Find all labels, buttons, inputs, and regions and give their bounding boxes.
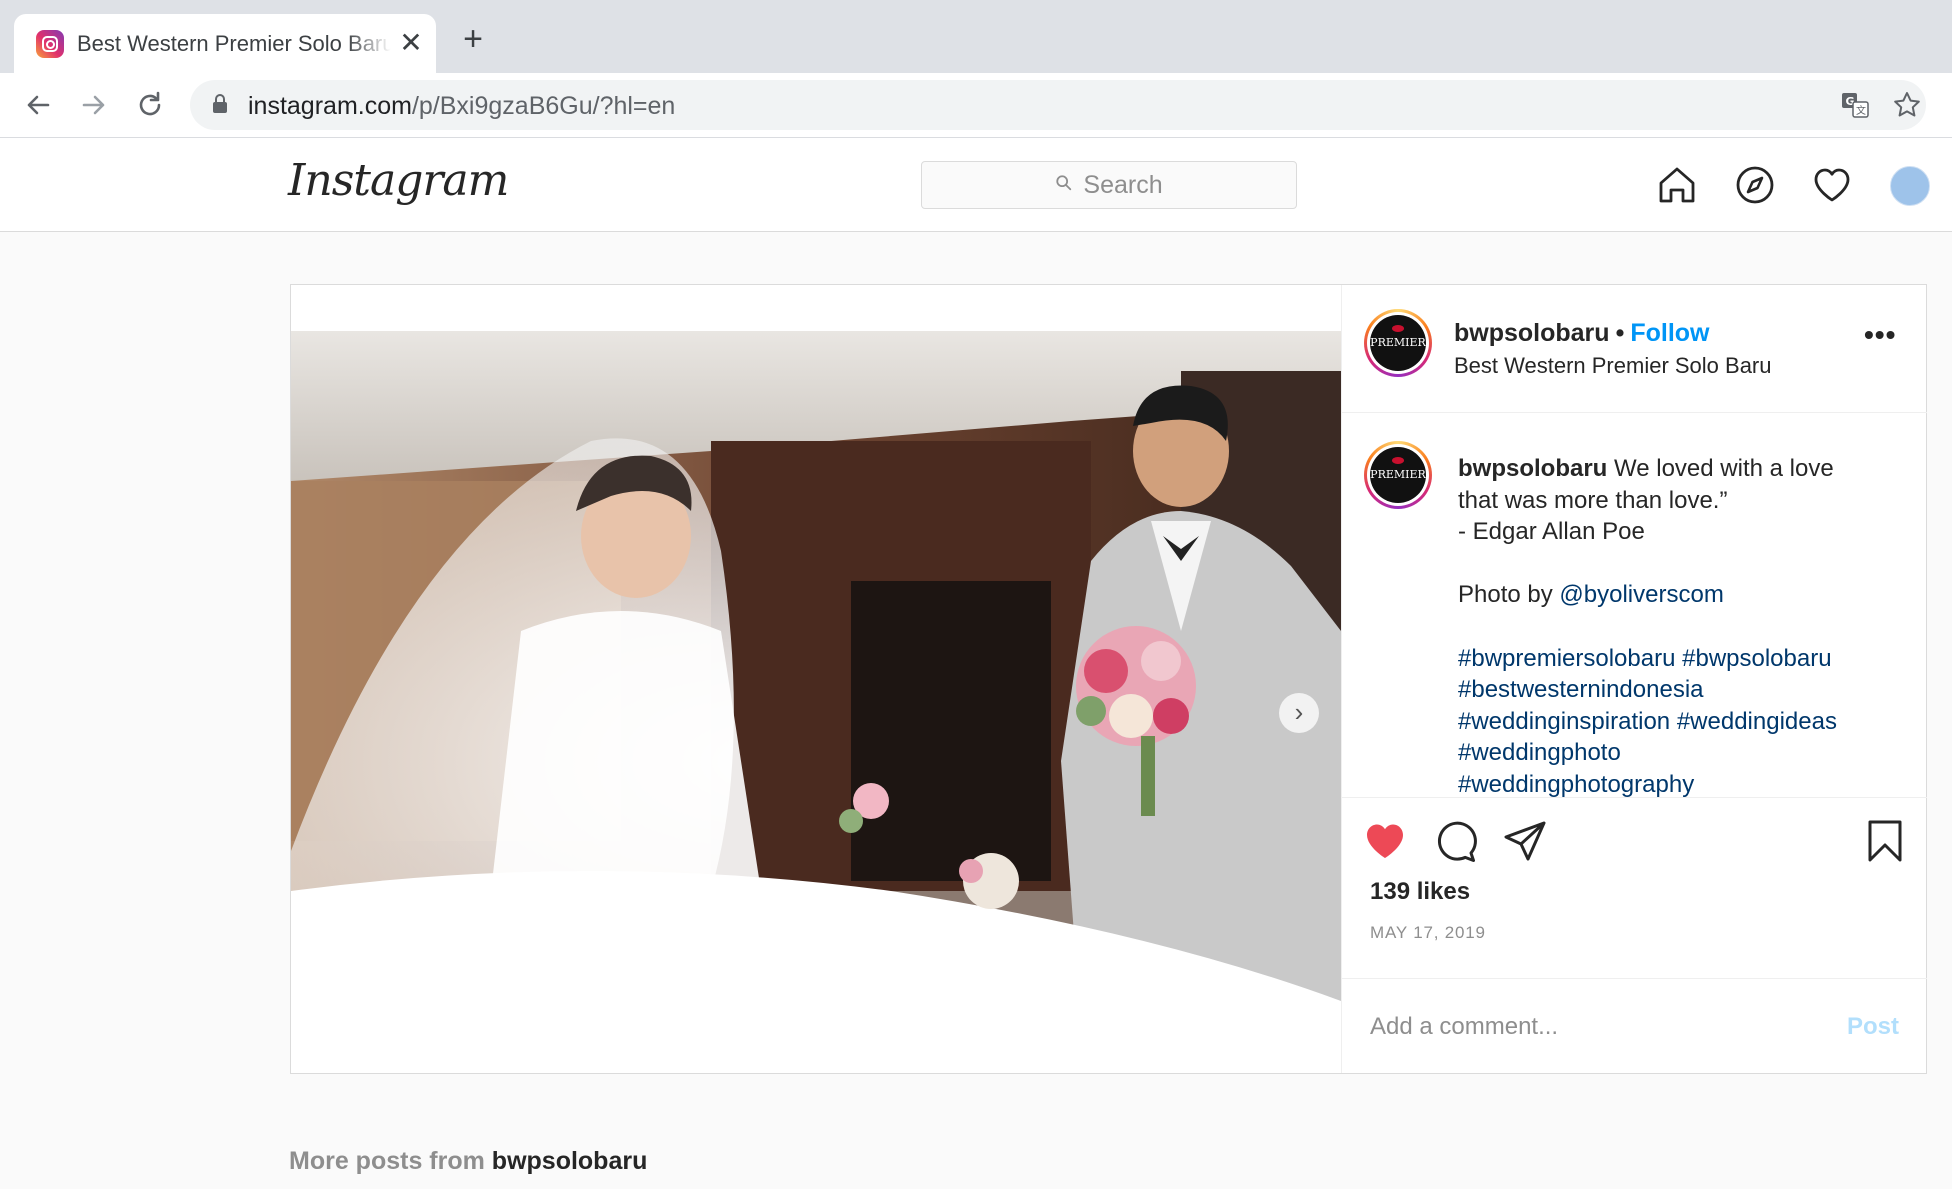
- browser-tab-strip: Best Western Premier Solo Baru | Instagr…: [0, 0, 1952, 73]
- post-actions: 139 likes MAY 17, 2019: [1342, 798, 1927, 973]
- browser-toolbar: instagram.com/p/Bxi9gzaB6Gu/?hl=en G文: [0, 73, 1952, 138]
- share-paper-plane-icon[interactable]: [1502, 818, 1548, 864]
- photo-credit-link[interactable]: @byoliverscom: [1559, 581, 1723, 608]
- reload-icon[interactable]: [132, 87, 168, 123]
- url-text[interactable]: instagram.com/p/Bxi9gzaB6Gu/?hl=en: [248, 92, 675, 121]
- comment-bubble-icon[interactable]: [1433, 818, 1479, 864]
- photo-credit-prefix: Photo by: [1458, 581, 1560, 609]
- account-avatar: PREMIER: [1370, 315, 1426, 371]
- wedding-photo[interactable]: oliver ›: [291, 331, 1341, 1027]
- back-arrow-icon[interactable]: [20, 87, 56, 123]
- save-bookmark-icon[interactable]: [1862, 818, 1908, 864]
- more-options-icon[interactable]: •••: [1864, 319, 1896, 351]
- caption-avatar: PREMIER: [1370, 447, 1426, 503]
- tab-title: Best Western Premier Solo Baru | Instagr…: [77, 31, 391, 56]
- instagram-favicon-icon: [36, 30, 64, 58]
- comment-form: Add a comment... Post: [1342, 978, 1927, 1074]
- story-ring[interactable]: PREMIER: [1364, 309, 1432, 377]
- instagram-header: Instagram Search: [0, 138, 1952, 232]
- caption-username[interactable]: bwpsolobaru: [1458, 455, 1607, 482]
- carousel-next-chevron-icon[interactable]: ›: [1279, 693, 1319, 733]
- hashtag-link[interactable]: #weddinginspiration: [1458, 708, 1670, 735]
- more-posts-heading: More posts from bwpsolobaru: [289, 1147, 647, 1176]
- post-caption: PREMIER bwpsolobaru We loved with a love…: [1342, 413, 1927, 798]
- likes-count[interactable]: 139 likes: [1370, 878, 1470, 906]
- caption-line: - Edgar Allan Poe: [1458, 518, 1645, 546]
- like-heart-icon[interactable]: [1362, 818, 1408, 864]
- bookmark-star-icon[interactable]: [1892, 90, 1922, 120]
- post-date: MAY 17, 2019: [1370, 923, 1486, 942]
- browser-tab[interactable]: Best Western Premier Solo Baru | Instagr…: [14, 14, 436, 73]
- follow-button[interactable]: Follow: [1630, 319, 1709, 347]
- svg-text:文: 文: [1856, 104, 1866, 117]
- post-location[interactable]: Best Western Premier Solo Baru: [1454, 353, 1772, 379]
- explore-compass-icon[interactable]: [1734, 164, 1776, 206]
- hashtag-link[interactable]: #weddingideas: [1677, 708, 1837, 735]
- post-sidebar: PREMIER bwpsolobaru • Follow Best Western …: [1341, 285, 1927, 1073]
- comment-input[interactable]: Add a comment...: [1370, 1013, 1558, 1041]
- caption-text: bwpsolobaru We loved with a love that wa…: [1458, 453, 1898, 801]
- forward-arrow-icon[interactable]: [76, 87, 112, 123]
- translate-icon[interactable]: G文: [1840, 90, 1870, 120]
- post-header: PREMIER bwpsolobaru • Follow Best Western …: [1342, 285, 1927, 413]
- caption-line: that was more than love.”: [1458, 486, 1728, 514]
- tab-close-icon[interactable]: ✕: [396, 28, 426, 58]
- search-placeholder: Search: [1083, 170, 1163, 199]
- post-media: oliver ›: [291, 285, 1341, 1073]
- hashtag-link[interactable]: #bwpsolobaru: [1682, 645, 1831, 672]
- separator-dot: •: [1615, 319, 1625, 347]
- activity-heart-icon[interactable]: [1811, 164, 1853, 206]
- instagram-logo[interactable]: Instagram: [288, 155, 509, 206]
- profile-avatar[interactable]: [1890, 166, 1930, 206]
- hashtag-link[interactable]: #bwpremiersolobaru: [1458, 645, 1675, 672]
- caption-line: We loved with a love: [1614, 455, 1834, 482]
- post-username[interactable]: bwpsolobaru: [1454, 319, 1610, 347]
- hashtag-link[interactable]: #bestwesternindonesia: [1458, 676, 1704, 703]
- search-icon: [1055, 174, 1073, 197]
- post-comment-button[interactable]: Post: [1847, 1013, 1899, 1041]
- new-tab-button[interactable]: +: [458, 22, 488, 56]
- caption-story-ring[interactable]: PREMIER: [1364, 441, 1432, 509]
- more-posts-username[interactable]: bwpsolobaru: [492, 1147, 648, 1175]
- more-posts-prefix: More posts from: [289, 1147, 492, 1175]
- post-card: oliver › PREMIER bwpsolobaru • Follow Best…: [290, 284, 1927, 1074]
- lock-icon: [212, 94, 228, 114]
- post-username-row: bwpsolobaru • Follow: [1454, 319, 1709, 348]
- hashtag-link[interactable]: #weddingphoto: [1458, 739, 1621, 766]
- photo-watermark: oliver: [311, 993, 364, 1018]
- address-bar[interactable]: instagram.com/p/Bxi9gzaB6Gu/?hl=en G文: [190, 80, 1926, 130]
- home-icon[interactable]: [1656, 164, 1698, 206]
- search-input[interactable]: Search: [921, 161, 1297, 209]
- hashtag-link[interactable]: #weddingphotography: [1458, 771, 1694, 798]
